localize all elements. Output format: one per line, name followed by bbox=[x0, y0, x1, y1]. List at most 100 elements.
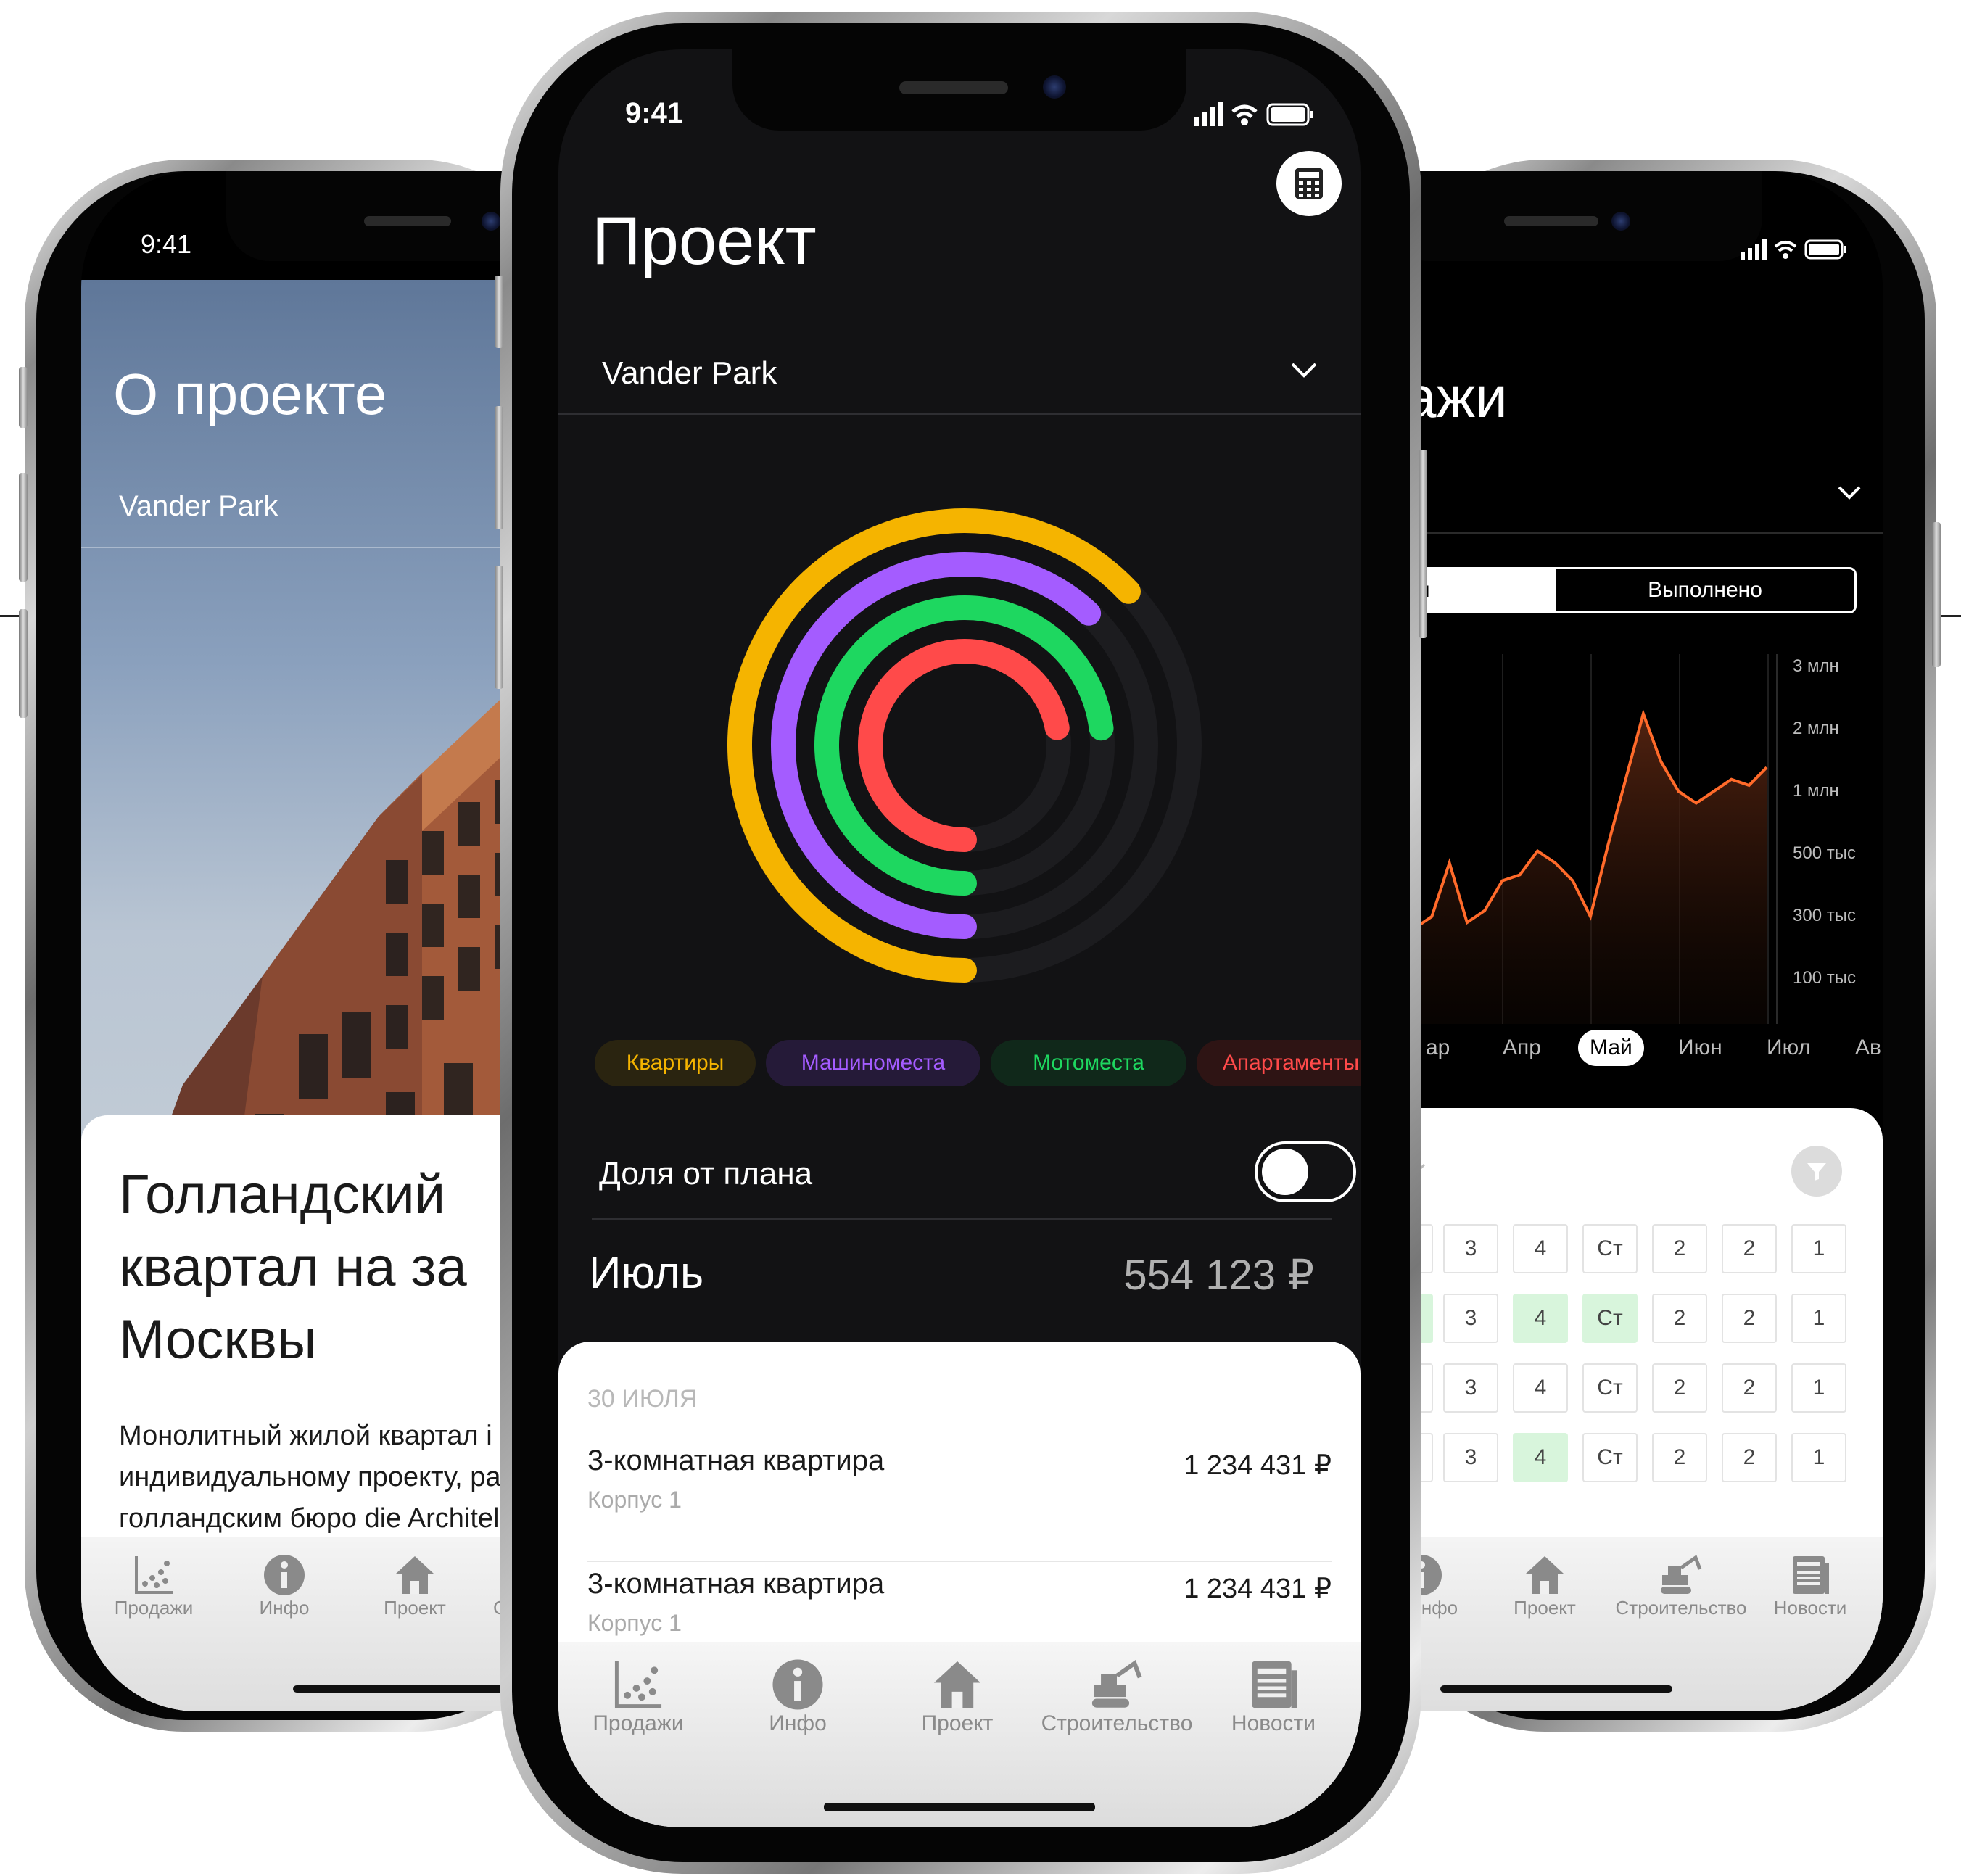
category-chip-2[interactable]: Машиноместа bbox=[766, 1040, 981, 1086]
tab-construction[interactable]: Строительство bbox=[1609, 1553, 1754, 1619]
house-icon bbox=[933, 1661, 981, 1708]
left-phone-volume-down bbox=[19, 609, 28, 718]
chevron-down-icon bbox=[1291, 363, 1317, 378]
house-icon bbox=[396, 1556, 434, 1594]
month-selector: apАпрМайИюнИюлАвг bbox=[1414, 1027, 1883, 1070]
desc-line-1: Монолитный жилой квартал і bbox=[119, 1421, 492, 1451]
apartment-cell[interactable]: 1 bbox=[1791, 1224, 1846, 1273]
left-screen: 9:41 О проекте Vander Park Голландский к… bbox=[81, 171, 545, 1711]
apartment-cell[interactable]: 2 bbox=[1652, 1294, 1707, 1343]
apartment-cell[interactable]: 2 bbox=[1722, 1294, 1777, 1343]
tab-label: Новости bbox=[1773, 1597, 1847, 1619]
apartment-cell[interactable]: 4 bbox=[1513, 1294, 1568, 1343]
apartment-cell[interactable]: 4 bbox=[1513, 1363, 1568, 1413]
category-chip-label: Квартиры bbox=[626, 1051, 724, 1075]
month-5[interactable]: Июл bbox=[1755, 1030, 1822, 1066]
heading-line-3: Москвы bbox=[119, 1309, 317, 1371]
page-title: ажи bbox=[1414, 365, 1508, 429]
apartment-cell[interactable]: Ст bbox=[1582, 1363, 1638, 1413]
tab-label: Инфо bbox=[259, 1597, 310, 1619]
tab-news[interactable]: Новости bbox=[1208, 1658, 1339, 1736]
apartment-cell[interactable]: 4 bbox=[1513, 1224, 1568, 1273]
month-3[interactable]: Май bbox=[1578, 1030, 1644, 1066]
y-tick-label: 3 млн bbox=[1793, 656, 1839, 676]
sale-title: 3-комнатная квартира bbox=[587, 1568, 885, 1600]
sale-title: 3-комнатная квартира bbox=[587, 1445, 885, 1476]
house-icon bbox=[1526, 1556, 1564, 1594]
calculator-button[interactable] bbox=[1276, 151, 1342, 216]
y-tick-label: 1 млн bbox=[1793, 781, 1839, 801]
segment-plan[interactable]: н bbox=[1416, 569, 1556, 611]
apartment-cell[interactable]: 1 bbox=[1791, 1294, 1846, 1343]
filter-button[interactable] bbox=[1791, 1146, 1842, 1197]
apartment-cell[interactable]: 1 bbox=[1791, 1433, 1846, 1482]
month-4[interactable]: Июн bbox=[1667, 1030, 1734, 1066]
category-chip-3[interactable]: Мотоместа bbox=[991, 1040, 1186, 1086]
apartment-cell[interactable]: Ст bbox=[1582, 1433, 1638, 1482]
apartment-cell[interactable]: Ст bbox=[1582, 1224, 1638, 1273]
apartment-cell[interactable]: 4 bbox=[1513, 1433, 1568, 1482]
apartment-cell[interactable]: 3 bbox=[1443, 1433, 1498, 1482]
tab-news[interactable]: Новости bbox=[1752, 1553, 1868, 1619]
category-chip-4[interactable]: Апартаменты bbox=[1197, 1040, 1361, 1086]
sale-row[interactable]: 3-комнатная квартира Корпус 1 1 234 431 … bbox=[587, 1445, 1332, 1553]
status-time: 9:41 bbox=[625, 97, 684, 129]
segment-done[interactable]: Выполнено bbox=[1556, 569, 1854, 611]
project-name: Vander Park bbox=[602, 355, 777, 391]
apartment-cell[interactable]: Ст bbox=[1582, 1294, 1638, 1343]
desc-line-3: голландским бюро die Architel bbox=[119, 1503, 500, 1534]
month-6[interactable]: Авг bbox=[1844, 1030, 1883, 1066]
apartment-cell[interactable]: 2 bbox=[1652, 1224, 1707, 1273]
sale-price: 1 234 431 ₽ bbox=[1184, 1574, 1332, 1604]
toggle-knob bbox=[1262, 1149, 1308, 1195]
tab-project[interactable]: Проект bbox=[1487, 1553, 1603, 1619]
page-title: О проекте bbox=[113, 362, 387, 426]
month-amount: 554 123 ₽ bbox=[1123, 1252, 1314, 1299]
apartment-cell[interactable]: 2 bbox=[1722, 1224, 1777, 1273]
y-tick-label: 500 тыс bbox=[1793, 843, 1856, 863]
apartment-cell[interactable]: 1 bbox=[1791, 1363, 1846, 1413]
month-2[interactable]: Апр bbox=[1491, 1030, 1553, 1066]
tab-info[interactable]: Инфо bbox=[234, 1553, 335, 1619]
tab-label: Строительство bbox=[1041, 1711, 1193, 1735]
apartment-cell[interactable]: 3 bbox=[1443, 1363, 1498, 1413]
apartment-cell[interactable]: 3 bbox=[1443, 1224, 1498, 1273]
tab-info[interactable]: нфо bbox=[1414, 1553, 1479, 1619]
excavator-icon bbox=[1091, 1659, 1142, 1708]
category-chip-label: Машиноместа bbox=[801, 1051, 946, 1075]
tab-sales[interactable]: Продажи bbox=[103, 1553, 205, 1619]
tab-label: Проект bbox=[384, 1597, 446, 1619]
divider bbox=[592, 1218, 1332, 1220]
home-indicator bbox=[824, 1803, 1095, 1811]
tab-label: Проект bbox=[921, 1711, 994, 1735]
tab-info[interactable]: Инфо bbox=[732, 1658, 863, 1736]
newspaper-icon bbox=[1252, 1661, 1297, 1708]
share-of-plan-row: Доля от плана bbox=[592, 1137, 1356, 1210]
share-toggle[interactable] bbox=[1255, 1141, 1356, 1202]
apartment-cell[interactable]: 2 bbox=[1722, 1433, 1777, 1482]
tab-label: Продажи bbox=[114, 1597, 194, 1619]
heading-line-1: Голландский bbox=[119, 1164, 446, 1226]
center-tab-bar: Продажи Инфо Проект Строительство Новост… bbox=[558, 1642, 1361, 1827]
apartment-cell[interactable]: 2 bbox=[1652, 1433, 1707, 1482]
date-header: 30 ИЮЛЯ bbox=[587, 1385, 698, 1413]
category-chip-1[interactable]: Квартиры bbox=[595, 1040, 756, 1086]
tab-project[interactable]: Проект bbox=[364, 1553, 466, 1619]
chevron-down-icon[interactable] bbox=[1835, 482, 1864, 503]
center-phone-volume-down bbox=[495, 566, 503, 689]
apartment-cell[interactable]: 3 bbox=[1443, 1294, 1498, 1343]
tab-project[interactable]: Проект bbox=[892, 1658, 1023, 1736]
divider bbox=[587, 1561, 1332, 1562]
segmented-control: н Выполнено bbox=[1414, 567, 1857, 613]
y-tick-label: 2 млн bbox=[1793, 719, 1839, 738]
project-name[interactable]: Vander Park bbox=[119, 490, 278, 523]
tab-sales[interactable]: Продажи bbox=[573, 1658, 703, 1736]
left-phone-mute-switch bbox=[19, 367, 28, 428]
apartment-cell[interactable]: 2 bbox=[1722, 1363, 1777, 1413]
project-selector[interactable]: Vander Park bbox=[558, 342, 1361, 415]
apartment-cell[interactable]: 2 bbox=[1652, 1363, 1707, 1413]
scatter-chart-icon bbox=[135, 1556, 173, 1594]
progress-rings-chart bbox=[727, 508, 1202, 983]
status-time: 9:41 bbox=[141, 229, 192, 259]
tab-construction[interactable]: Строительство bbox=[1037, 1658, 1197, 1736]
